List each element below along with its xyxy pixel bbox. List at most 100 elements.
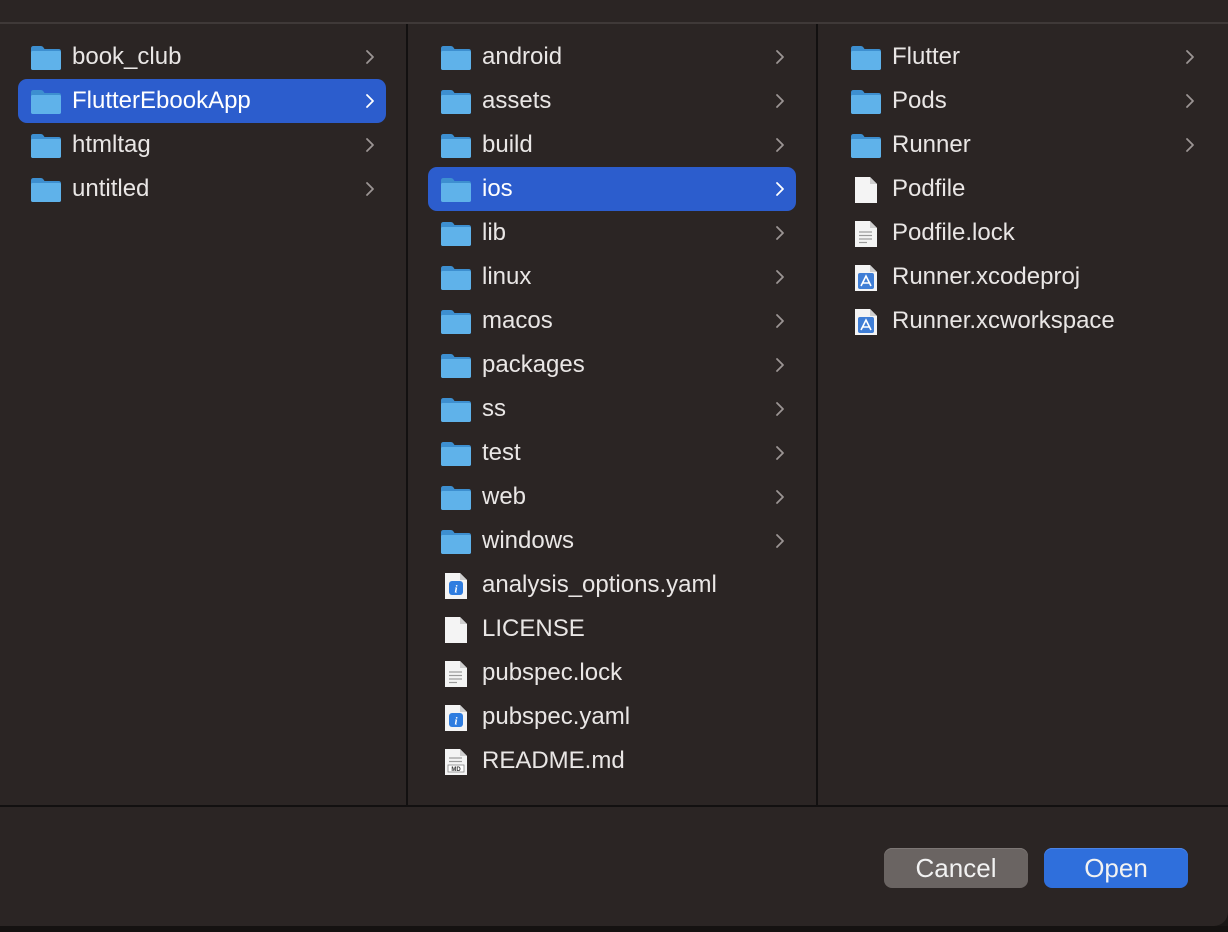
file-row[interactable]: Runner.xcodeproj [838,255,1206,299]
chevron-right-icon [774,267,786,287]
item-label: Runner [892,131,971,158]
item-label: LICENSE [482,615,585,642]
folder-row[interactable]: web [428,475,796,519]
file-row[interactable]: i pubspec.yaml [428,695,796,739]
chevron-right-icon [774,443,786,463]
item-label: build [482,131,533,158]
item-label: analysis_options.yaml [482,571,717,598]
folder-icon [440,177,472,203]
item-label: README.md [482,747,625,774]
folder-row[interactable]: ios [428,167,796,211]
item-label: windows [482,527,575,554]
item-label: book_club [72,43,182,70]
folder-row[interactable]: build [428,123,796,167]
item-label: FlutterEbookApp [72,87,251,114]
file-row[interactable]: Podfile [838,167,1206,211]
file-row[interactable]: MD README.md [428,739,796,783]
folder-row[interactable]: test [428,431,796,475]
file-row[interactable]: Podfile.lock [838,211,1206,255]
item-label: untitled [72,175,150,202]
chevron-right-icon [364,179,376,199]
folder-row[interactable]: linux [428,255,796,299]
folder-row[interactable]: FlutterEbookApp [18,79,386,123]
folder-row[interactable]: android [428,35,796,79]
chevron-right-icon [774,487,786,507]
chevron-right-icon [364,135,376,155]
folder-icon [850,89,882,115]
browser-column-2[interactable]: android assets build ios lib linux macos packag… [410,24,818,806]
folder-icon [440,353,472,379]
chevron-right-icon [1184,91,1196,111]
chevron-right-icon [774,47,786,67]
item-label: ios [482,175,513,202]
folder-row[interactable]: htmltag [18,123,386,167]
folder-icon [30,89,62,115]
folder-row[interactable]: Flutter [838,35,1206,79]
text-document-icon [440,661,472,687]
folder-row[interactable]: ss [428,387,796,431]
item-label: pubspec.lock [482,659,623,686]
document-icon [850,177,882,203]
item-label: android [482,43,563,70]
folder-row[interactable]: macos [428,299,796,343]
folder-icon [440,485,472,511]
item-label: Runner.xcworkspace [892,307,1115,334]
folder-row[interactable]: Pods [838,79,1206,123]
chevron-right-icon [774,355,786,375]
chevron-right-icon [774,179,786,199]
browser-column-3[interactable]: Flutter Pods Runner Podfile Podfile.lock Runn… [820,24,1228,806]
folder-icon [440,441,472,467]
folder-row[interactable]: book_club [18,35,386,79]
folder-icon [440,397,472,423]
folder-row[interactable]: windows [428,519,796,563]
chevron-right-icon [774,135,786,155]
item-label: Pods [892,87,947,114]
folder-icon [440,133,472,159]
item-label: test [482,439,521,466]
column-divider[interactable] [816,24,818,806]
browser-column-1[interactable]: book_club FlutterEbookApp htmltag untitled [0,24,408,806]
item-label: lib [482,219,507,246]
chevron-right-icon [774,223,786,243]
item-label: Runner.xcodeproj [892,263,1081,290]
item-label: macos [482,307,553,334]
column-divider[interactable] [406,24,408,806]
yaml-document-icon: i [440,573,472,599]
item-label: htmltag [72,131,151,158]
file-row[interactable]: i analysis_options.yaml [428,563,796,607]
chevron-right-icon [1184,47,1196,67]
chevron-right-icon [364,91,376,111]
folder-icon [440,529,472,555]
folder-row[interactable]: packages [428,343,796,387]
item-label: pubspec.yaml [482,703,631,730]
folder-icon [440,265,472,291]
xcode-project-icon [850,309,882,335]
xcode-project-icon [850,265,882,291]
open-file-dialog: book_club FlutterEbookApp htmltag untitled … [0,0,1228,926]
folder-icon [440,45,472,71]
folder-row[interactable]: assets [428,79,796,123]
chevron-right-icon [774,399,786,419]
folder-row[interactable]: untitled [18,167,386,211]
footer-divider [0,805,1228,807]
item-label: packages [482,351,585,378]
item-label: web [482,483,527,510]
folder-icon [440,309,472,335]
file-row[interactable]: pubspec.lock [428,651,796,695]
cancel-button[interactable]: Cancel [884,848,1028,888]
background-window-edge [0,926,1228,932]
folder-icon [850,45,882,71]
folder-icon [30,45,62,71]
folder-icon [850,133,882,159]
folder-row[interactable]: Runner [838,123,1206,167]
file-row[interactable]: LICENSE [428,607,796,651]
document-icon [440,617,472,643]
chevron-right-icon [774,531,786,551]
chevron-right-icon [774,311,786,331]
open-button[interactable]: Open [1044,848,1188,888]
file-row[interactable]: Runner.xcworkspace [838,299,1206,343]
folder-icon [30,177,62,203]
folder-row[interactable]: lib [428,211,796,255]
text-document-icon [850,221,882,247]
item-label: Podfile [892,175,966,202]
